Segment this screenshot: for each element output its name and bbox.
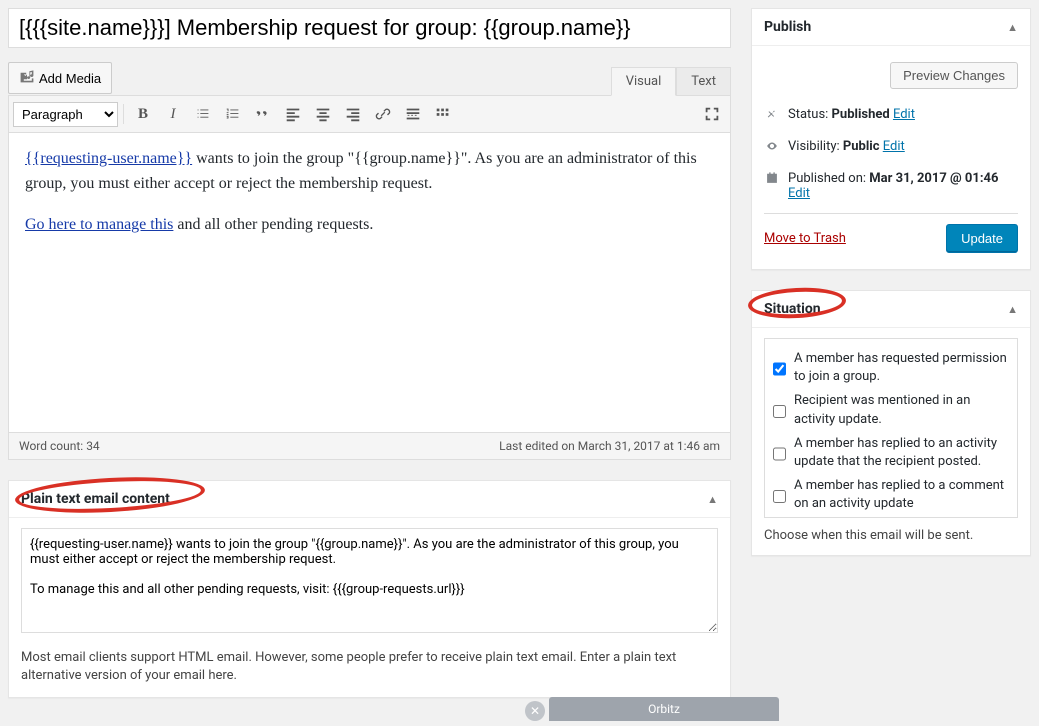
requesting-user-token-link[interactable]: {{requesting-user.name}} [25, 150, 192, 167]
plaintext-metabox-header[interactable]: Plain text email content ▲ [9, 481, 730, 518]
situation-checkbox[interactable] [773, 437, 786, 471]
situation-checkbox[interactable] [773, 352, 786, 386]
published-label: Published on: [788, 171, 869, 186]
collapse-icon: ▲ [1007, 21, 1018, 34]
edit-status-link[interactable]: Edit [893, 107, 915, 122]
situation-label: A member has replied to a comment on an … [794, 477, 1009, 513]
bold-button[interactable]: B [129, 100, 157, 128]
blockquote-button[interactable] [249, 100, 277, 128]
situation-checkbox[interactable] [773, 479, 786, 513]
align-right-button[interactable] [339, 100, 367, 128]
situation-item[interactable]: Recipient was mentioned in an activity u… [773, 389, 1009, 431]
italic-button[interactable]: I [159, 100, 187, 128]
editor-toolbar: Paragraph B I [8, 95, 731, 133]
calendar-icon [764, 171, 780, 189]
publish-title: Publish [764, 19, 811, 35]
format-select[interactable]: Paragraph [13, 102, 118, 127]
publish-metabox-header[interactable]: Publish ▲ [752, 9, 1030, 46]
plaintext-title: Plain text email content [21, 491, 170, 507]
number-list-button[interactable] [219, 100, 247, 128]
situation-metabox-header[interactable]: Situation ▲ [752, 291, 1030, 328]
align-center-button[interactable] [309, 100, 337, 128]
situation-label: A member has replied to an activity upda… [794, 435, 1009, 471]
ad-label: Orbitz [648, 702, 680, 716]
pin-icon [764, 107, 780, 125]
status-value: Published [832, 107, 890, 122]
situation-item[interactable]: A member has replied to an activity upda… [773, 432, 1009, 474]
post-title-input[interactable] [8, 8, 731, 48]
editor-status-bar: Word count: 34 Last edited on March 31, … [8, 433, 731, 460]
word-count-value: 34 [86, 439, 100, 453]
bullet-list-button[interactable] [189, 100, 217, 128]
visibility-value: Public [843, 139, 880, 154]
preview-changes-button[interactable]: Preview Changes [890, 62, 1018, 89]
toolbar-toggle-button[interactable] [429, 100, 457, 128]
plaintext-help: Most email clients support HTML email. H… [21, 649, 718, 685]
move-to-trash-link[interactable]: Move to Trash [764, 231, 846, 246]
edit-visibility-link[interactable]: Edit [883, 139, 905, 154]
fullscreen-button[interactable] [698, 100, 726, 128]
plaintext-textarea[interactable] [21, 528, 718, 633]
tab-visual[interactable]: Visual [611, 67, 677, 96]
situation-item[interactable]: A member has replied to a comment on an … [773, 474, 1009, 516]
ad-bar[interactable]: ✕ Orbitz [549, 697, 779, 721]
link-button[interactable] [369, 100, 397, 128]
last-edited-text: Last edited on March 31, 2017 at 1:46 am [499, 439, 720, 453]
collapse-icon: ▲ [1007, 303, 1018, 316]
align-left-button[interactable] [279, 100, 307, 128]
edit-date-link[interactable]: Edit [788, 186, 810, 201]
update-button[interactable]: Update [946, 224, 1018, 253]
visibility-label: Visibility: [788, 139, 843, 154]
situation-help: Choose when this email will be sent. [764, 528, 1018, 543]
situation-title: Situation [764, 301, 821, 317]
manage-link[interactable]: Go here to manage this [25, 216, 173, 233]
collapse-icon: ▲ [707, 493, 718, 506]
situation-label: Recipient was mentioned in an activity u… [794, 392, 1009, 428]
read-more-button[interactable] [399, 100, 427, 128]
status-label: Status: [788, 107, 832, 122]
situation-checkbox[interactable] [773, 394, 786, 428]
editor-text: and all other pending requests. [173, 216, 373, 233]
word-count-label: Word count: [19, 439, 86, 453]
situation-list[interactable]: A member has requested permission to joi… [764, 338, 1018, 518]
situation-label: A member has requested permission to joi… [794, 350, 1009, 386]
editor-content-area[interactable]: {{requesting-user.name}} wants to join t… [8, 133, 731, 433]
close-icon[interactable]: ✕ [525, 701, 545, 721]
eye-icon [764, 139, 780, 157]
situation-item[interactable]: A member has requested permission to joi… [773, 347, 1009, 389]
tab-text[interactable]: Text [676, 67, 731, 95]
published-value: Mar 31, 2017 @ 01:46 [869, 171, 998, 186]
